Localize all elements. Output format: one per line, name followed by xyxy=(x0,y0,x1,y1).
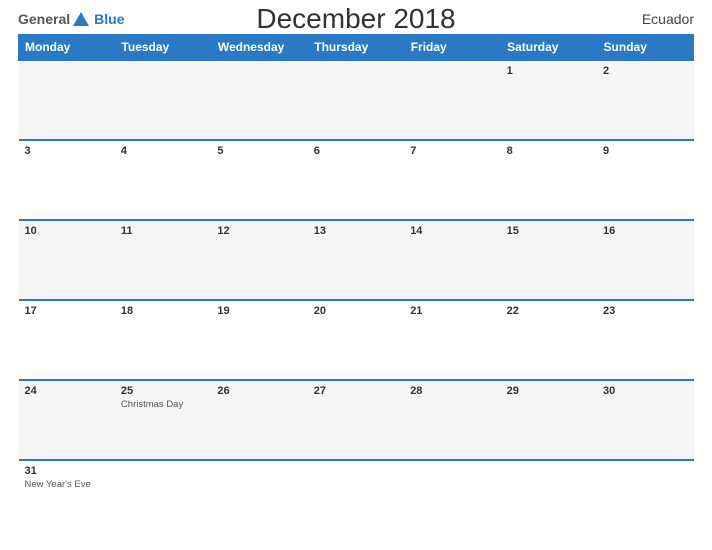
day-number: 30 xyxy=(603,385,687,397)
calendar-cell xyxy=(501,460,597,540)
weekday-saturday: Saturday xyxy=(501,35,597,61)
calendar-cell: 29 xyxy=(501,380,597,460)
calendar-cell: 7 xyxy=(404,140,500,220)
weekday-tuesday: Tuesday xyxy=(115,35,211,61)
calendar-week-row: 345 67 89 xyxy=(19,140,694,220)
calendar-cell: 25 Christmas Day xyxy=(115,380,211,460)
calendar-cell xyxy=(308,60,404,140)
calendar-cell: 10 xyxy=(19,220,115,300)
day-number: 19 xyxy=(217,305,301,317)
calendar-cell: 30 xyxy=(597,380,693,460)
calendar-cell: 3 xyxy=(19,140,115,220)
logo-general-text: General xyxy=(18,11,70,27)
day-number: 22 xyxy=(507,305,591,317)
day-number: 25 xyxy=(121,385,205,397)
day-number: 10 xyxy=(25,225,109,237)
day-number: 6 xyxy=(314,145,398,157)
day-number: 5 xyxy=(217,145,301,157)
calendar-cell xyxy=(211,60,307,140)
calendar-cell: 20 xyxy=(308,300,404,380)
day-number: 7 xyxy=(410,145,494,157)
calendar-week-row: 31 New Year's Eve xyxy=(19,460,694,540)
day-number: 29 xyxy=(507,385,591,397)
weekday-friday: Friday xyxy=(404,35,500,61)
calendar-cell: 6 xyxy=(308,140,404,220)
month-title: December 2018 xyxy=(256,3,455,35)
day-number: 11 xyxy=(121,225,205,237)
calendar-table: MondayTuesdayWednesdayThursdayFridaySatu… xyxy=(18,34,694,540)
day-number: 23 xyxy=(603,305,687,317)
day-number: 24 xyxy=(25,385,109,397)
logo-blue-text: Blue xyxy=(94,11,124,27)
weekday-sunday: Sunday xyxy=(597,35,693,61)
calendar-cell: 11 xyxy=(115,220,211,300)
calendar-cell: 24 xyxy=(19,380,115,460)
day-number: 3 xyxy=(25,145,109,157)
weekday-monday: Monday xyxy=(19,35,115,61)
calendar-cell: 19 xyxy=(211,300,307,380)
calendar-week-row: 10 11 12 13 14 15 16 xyxy=(19,220,694,300)
calendar-cell: 13 xyxy=(308,220,404,300)
calendar-cell: 17 xyxy=(19,300,115,380)
day-number: 15 xyxy=(507,225,591,237)
day-number: 13 xyxy=(314,225,398,237)
calendar-cell: 4 xyxy=(115,140,211,220)
weekday-header-row: MondayTuesdayWednesdayThursdayFridaySatu… xyxy=(19,35,694,61)
calendar-week-row: 12 xyxy=(19,60,694,140)
day-number: 8 xyxy=(507,145,591,157)
calendar-cell: 23 xyxy=(597,300,693,380)
day-number: 9 xyxy=(603,145,687,157)
calendar-cell xyxy=(308,460,404,540)
day-number: 14 xyxy=(410,225,494,237)
calendar-cell: 8 xyxy=(501,140,597,220)
day-number: 28 xyxy=(410,385,494,397)
calendar-cell: 27 xyxy=(308,380,404,460)
logo-flag-icon xyxy=(73,12,89,26)
calendar-cell: 26 xyxy=(211,380,307,460)
calendar-cell xyxy=(115,60,211,140)
calendar-cell: 18 xyxy=(115,300,211,380)
calendar-cell: 15 xyxy=(501,220,597,300)
day-number: 27 xyxy=(314,385,398,397)
holiday-label: New Year's Eve xyxy=(25,479,109,490)
day-number: 31 xyxy=(25,465,109,477)
logo: General Blue xyxy=(18,10,124,28)
calendar-cell: 28 xyxy=(404,380,500,460)
calendar-cell: 1 xyxy=(501,60,597,140)
calendar-week-row: 17 18 19 20 21 22 23 xyxy=(19,300,694,380)
calendar-cell xyxy=(597,460,693,540)
calendar-cell xyxy=(404,460,500,540)
calendar-cell: 2 xyxy=(597,60,693,140)
calendar-cell: 16 xyxy=(597,220,693,300)
calendar-header: General Blue December 2018 Ecuador xyxy=(18,10,694,28)
calendar-cell xyxy=(404,60,500,140)
day-number: 18 xyxy=(121,305,205,317)
day-number: 26 xyxy=(217,385,301,397)
calendar-cell: 31 New Year's Eve xyxy=(19,460,115,540)
holiday-label: Christmas Day xyxy=(121,399,205,410)
day-number: 2 xyxy=(603,65,687,77)
day-number: 1 xyxy=(507,65,591,77)
country-label: Ecuador xyxy=(642,11,694,27)
calendar-cell: 21 xyxy=(404,300,500,380)
calendar-cell: 22 xyxy=(501,300,597,380)
calendar-cell: 9 xyxy=(597,140,693,220)
day-number: 4 xyxy=(121,145,205,157)
weekday-wednesday: Wednesday xyxy=(211,35,307,61)
weekday-thursday: Thursday xyxy=(308,35,404,61)
calendar-week-row: 24 25 Christmas Day 26 27 28 29 30 xyxy=(19,380,694,460)
calendar-cell: 14 xyxy=(404,220,500,300)
day-number: 20 xyxy=(314,305,398,317)
calendar-cell xyxy=(211,460,307,540)
day-number: 12 xyxy=(217,225,301,237)
calendar-cell xyxy=(19,60,115,140)
day-number: 16 xyxy=(603,225,687,237)
calendar-cell xyxy=(115,460,211,540)
calendar-cell: 5 xyxy=(211,140,307,220)
calendar-cell: 12 xyxy=(211,220,307,300)
day-number: 21 xyxy=(410,305,494,317)
day-number: 17 xyxy=(25,305,109,317)
